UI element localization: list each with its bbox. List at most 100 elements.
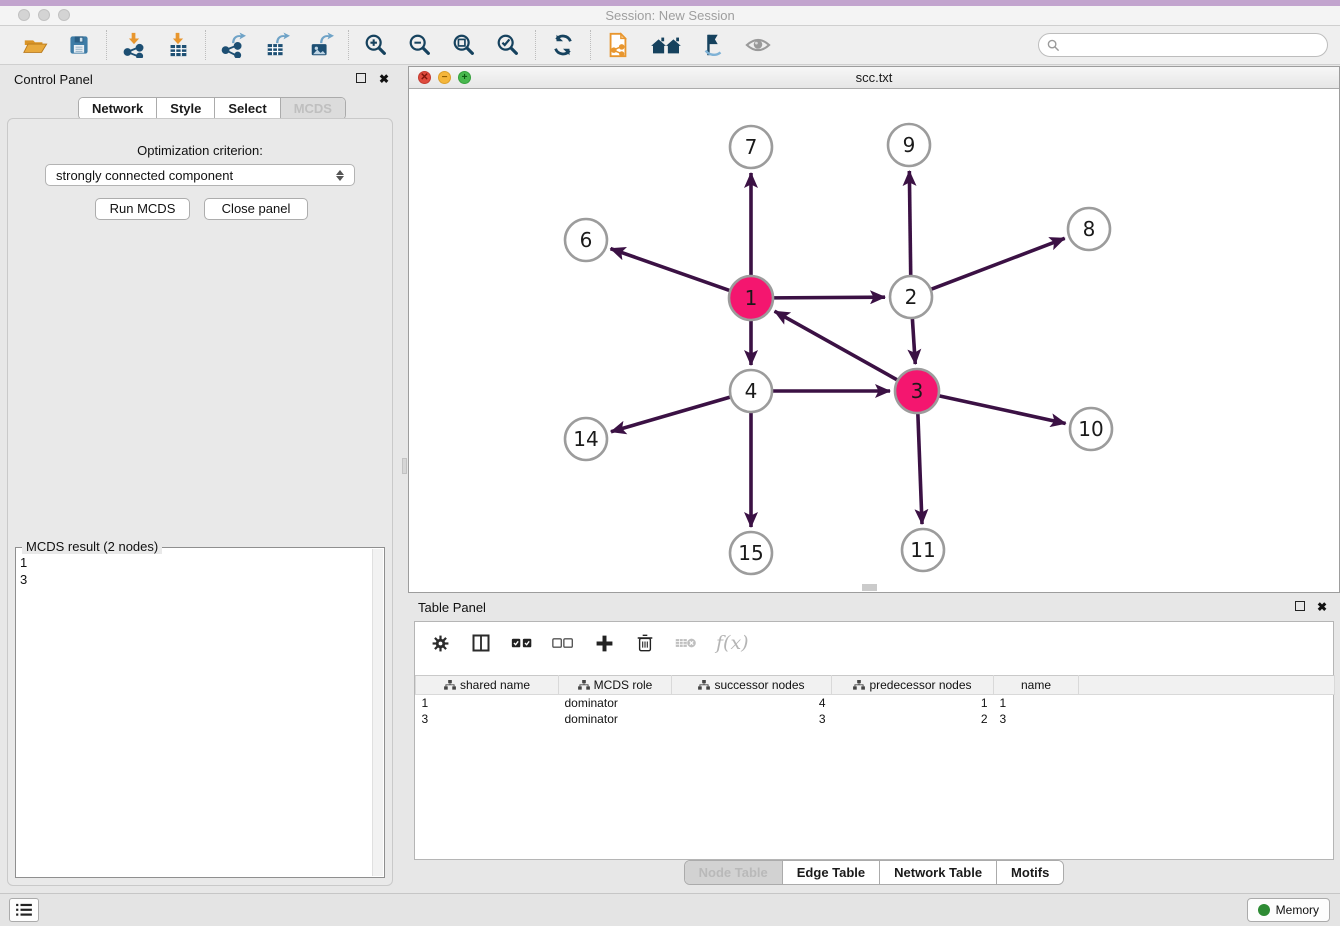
memory-button[interactable]: Memory xyxy=(1247,898,1330,922)
zoom-selected-icon[interactable] xyxy=(494,31,522,59)
graph-edge-4-14[interactable] xyxy=(611,397,732,432)
graph-node-6[interactable]: 6 xyxy=(565,219,607,261)
graph-node-14[interactable]: 14 xyxy=(565,418,607,460)
app-titlebar: Session: New Session xyxy=(0,0,1340,26)
graph-node-2[interactable]: 2 xyxy=(890,276,932,318)
search-icon xyxy=(1047,39,1060,52)
show-column-icon[interactable] xyxy=(470,632,492,654)
zoom-in-icon[interactable] xyxy=(362,31,390,59)
apply-layout-icon[interactable] xyxy=(549,31,577,59)
result-scrollbar[interactable] xyxy=(372,549,383,876)
export-image-icon[interactable] xyxy=(307,31,335,59)
deselect-all-icon[interactable] xyxy=(552,632,574,654)
graph-edge-3-11[interactable] xyxy=(918,412,922,524)
window-top-border xyxy=(0,0,1340,6)
tab-style[interactable]: Style xyxy=(157,98,215,119)
cell-successor-nodes[interactable]: 3 xyxy=(672,711,832,727)
table-row[interactable]: 1 dominator 4 1 1 xyxy=(416,695,1335,711)
add-row-icon[interactable] xyxy=(593,632,615,654)
column-header-name[interactable]: name xyxy=(994,676,1079,695)
divider-grip[interactable] xyxy=(402,458,407,474)
network-canvas[interactable]: 7 9 6 8 1 2 4 3 14 10 15 11 xyxy=(409,89,1339,592)
graph-node-3[interactable]: 3 xyxy=(895,369,939,413)
save-session-icon[interactable] xyxy=(65,31,93,59)
cell-shared-name[interactable]: 1 xyxy=(416,695,559,711)
graph-node-4[interactable]: 4 xyxy=(730,370,772,412)
graph-edge-1-2[interactable] xyxy=(772,297,885,298)
cell-mcds-role[interactable]: dominator xyxy=(559,711,672,727)
panel-divider[interactable] xyxy=(401,66,408,893)
zoom-fit-icon[interactable] xyxy=(450,31,478,59)
graph-edge-3-10[interactable] xyxy=(938,395,1066,423)
column-header-predecessor-nodes[interactable]: predecessor nodes xyxy=(832,676,994,695)
tab-network-table[interactable]: Network Table xyxy=(880,861,997,884)
task-history-button[interactable] xyxy=(9,898,39,922)
export-table-icon[interactable] xyxy=(263,31,291,59)
mcds-result-box: MCDS result (2 nodes) 1 3 xyxy=(15,547,385,878)
table-row[interactable]: 3 dominator 3 2 3 xyxy=(416,711,1335,727)
optimization-criterion-select[interactable]: strongly connected component xyxy=(45,164,355,186)
tab-mcds[interactable]: MCDS xyxy=(281,98,345,119)
tab-select[interactable]: Select xyxy=(215,98,280,119)
hierarchy-icon xyxy=(698,680,710,690)
canvas-divider-grip[interactable] xyxy=(862,584,877,591)
settings-gear-icon[interactable] xyxy=(429,632,451,654)
control-panel-title: Control Panel xyxy=(14,72,93,87)
graph-node-11[interactable]: 11 xyxy=(902,529,944,571)
import-table-icon[interactable] xyxy=(164,31,192,59)
new-network-from-selection-icon[interactable] xyxy=(604,31,632,59)
column-header-successor-nodes[interactable]: successor nodes xyxy=(672,676,832,695)
close-panel-button[interactable]: Close panel xyxy=(204,198,308,220)
graph-node-10[interactable]: 10 xyxy=(1070,408,1112,450)
network-window-title: scc.txt xyxy=(409,70,1339,85)
open-session-icon[interactable] xyxy=(21,31,49,59)
tab-node-table[interactable]: Node Table xyxy=(685,861,783,884)
graph-node-9[interactable]: 9 xyxy=(888,124,930,166)
graph-node-label: 2 xyxy=(905,285,918,309)
cell-name[interactable]: 1 xyxy=(994,695,1079,711)
function-builder-icon[interactable]: f(x) xyxy=(716,632,749,654)
tab-network[interactable]: Network xyxy=(79,98,157,119)
run-mcds-button[interactable]: Run MCDS xyxy=(95,198,190,220)
float-panel-icon[interactable] xyxy=(356,72,366,86)
cybrowser-home-icon[interactable] xyxy=(648,31,684,59)
graph-node-15[interactable]: 15 xyxy=(730,532,772,574)
cell-name[interactable]: 3 xyxy=(994,711,1079,727)
network-graph[interactable]: 7 9 6 8 1 2 4 3 14 10 15 11 xyxy=(409,89,1339,592)
graph-node-label: 9 xyxy=(903,133,916,157)
column-header-mcds-role[interactable]: MCDS role xyxy=(559,676,672,695)
graph-edge-1-6[interactable] xyxy=(611,249,732,291)
float-table-panel-icon[interactable] xyxy=(1295,600,1305,614)
close-panel-icon[interactable]: ✖ xyxy=(379,72,389,86)
cell-predecessor-nodes[interactable]: 2 xyxy=(832,711,994,727)
cytoscape-web-icon[interactable] xyxy=(700,31,728,59)
cell-mcds-role[interactable]: dominator xyxy=(559,695,672,711)
network-window-titlebar[interactable]: ✕ − + scc.txt xyxy=(409,67,1339,89)
graph-node-7[interactable]: 7 xyxy=(730,126,772,168)
mcds-result-text[interactable]: 1 3 xyxy=(20,554,370,873)
column-header-shared-name[interactable]: shared name xyxy=(416,676,559,695)
cell-shared-name[interactable]: 3 xyxy=(416,711,559,727)
zoom-out-icon[interactable] xyxy=(406,31,434,59)
delete-table-icon[interactable] xyxy=(675,632,697,654)
close-table-panel-icon[interactable]: ✖ xyxy=(1317,600,1327,614)
cell-predecessor-nodes[interactable]: 1 xyxy=(832,695,994,711)
cell-successor-nodes[interactable]: 4 xyxy=(672,695,832,711)
graph-edge-2-3[interactable] xyxy=(912,317,915,364)
search-input[interactable] xyxy=(1065,38,1319,52)
delete-row-icon[interactable] xyxy=(634,632,656,654)
memory-label: Memory xyxy=(1276,903,1319,917)
graph-node-1[interactable]: 1 xyxy=(729,276,773,320)
select-all-icon[interactable] xyxy=(511,632,533,654)
tab-motifs[interactable]: Motifs xyxy=(997,861,1063,884)
graph-node-8[interactable]: 8 xyxy=(1068,208,1110,250)
graph-edge-2-9[interactable] xyxy=(909,171,910,277)
search-box[interactable] xyxy=(1038,33,1328,57)
tab-edge-table[interactable]: Edge Table xyxy=(783,861,880,884)
import-network-icon[interactable] xyxy=(120,31,148,59)
control-panel: Control Panel ✖ Network Style Select MCD… xyxy=(0,66,401,893)
graph-edge-2-8[interactable] xyxy=(930,238,1065,290)
export-network-icon[interactable] xyxy=(219,31,247,59)
graph-edge-3-1[interactable] xyxy=(775,311,899,381)
show-hide-eye-icon[interactable] xyxy=(744,31,772,59)
